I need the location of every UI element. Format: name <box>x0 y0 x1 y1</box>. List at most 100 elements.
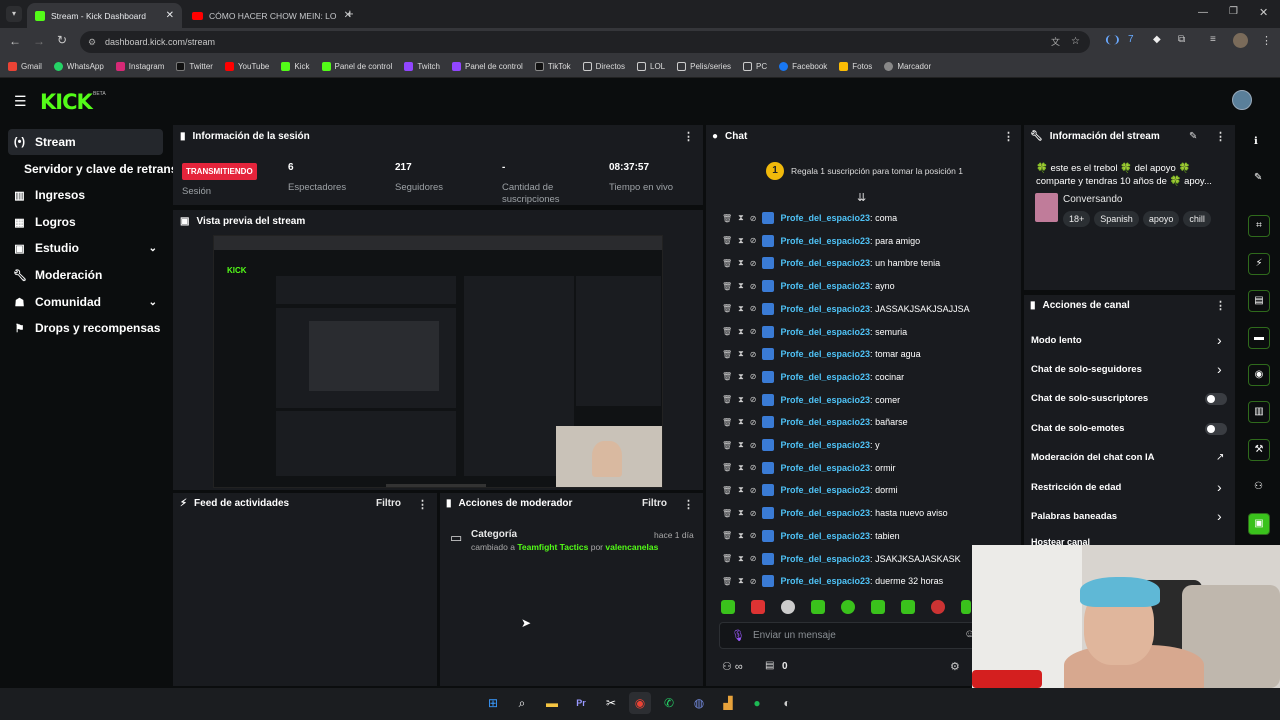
ban-icon[interactable]: ⊘ <box>750 304 757 313</box>
reading-list-icon[interactable]: ≡ <box>1210 34 1216 45</box>
tab-youtube[interactable]: CÓMO HACER CHOW MEIN: LO ✕ <box>184 3 360 28</box>
action-followers-only[interactable]: Chat de solo-seguidores <box>1031 364 1142 375</box>
hamburger-menu-icon[interactable]: ☰ <box>14 93 27 110</box>
search-icon[interactable]: ⌕ <box>511 692 533 714</box>
bookmark-folder-directos[interactable]: Directos <box>582 62 625 71</box>
ban-icon[interactable]: ⊘ <box>750 509 757 518</box>
ban-icon[interactable]: ⊘ <box>750 282 757 291</box>
chat-username[interactable]: Profe_del_espacio23 <box>780 304 870 314</box>
bookmark-facebook[interactable]: Facebook <box>779 62 827 71</box>
chat-message[interactable]: 🗑︎ ⧗ ⊘ Profe_del_espacio23: JSAKJKSAJASKASK <box>722 552 961 565</box>
minimize-icon[interactable]: — <box>1198 7 1208 18</box>
ban-icon[interactable]: ⊘ <box>750 395 757 404</box>
menu-kebab-icon[interactable]: ⋮ <box>1261 34 1272 47</box>
chat-username[interactable]: Profe_del_espacio23 <box>780 349 870 359</box>
bookmark-folder-pelis[interactable]: Pelis/series <box>677 62 731 71</box>
extension-icon[interactable]: 7 <box>1128 34 1134 45</box>
timeout-icon[interactable]: ⧗ <box>738 440 744 450</box>
bookmark-gmail[interactable]: Gmail <box>8 62 42 71</box>
bookmark-fotos[interactable]: Fotos <box>839 62 872 71</box>
trash-icon[interactable]: 🗑︎ <box>722 418 732 427</box>
spotify-icon[interactable]: ● <box>746 692 768 714</box>
sidebar-item-comunidad[interactable]: ☗ Comunidad ⌄ <box>8 289 163 315</box>
session-menu-icon[interactable]: ⋮ <box>683 130 694 143</box>
channel-actions-menu-icon[interactable]: ⋮ <box>1215 299 1226 312</box>
action-emotes-only[interactable]: Chat de solo-emotes <box>1031 423 1124 434</box>
timeout-icon[interactable]: ⧗ <box>738 281 744 291</box>
scroll-down-icon[interactable]: ⇊ <box>857 191 866 204</box>
edit-pencil-icon[interactable]: ✎ <box>1189 131 1197 142</box>
timeout-icon[interactable]: ⧗ <box>738 531 744 541</box>
ban-icon[interactable]: ⊘ <box>750 463 757 472</box>
emote-icon[interactable] <box>961 600 971 614</box>
trash-icon[interactable]: 🗑︎ <box>722 350 732 359</box>
chat-message[interactable]: 🗑︎ ⧗ ⊘ Profe_del_espacio23: duerme 32 horas <box>722 575 943 588</box>
sidebar-item-drops[interactable]: ⚑ Drops y recompensas <box>8 315 163 341</box>
emote-icon[interactable] <box>841 600 855 614</box>
chevron-right-icon[interactable]: › <box>1217 361 1222 377</box>
chevron-right-icon[interactable]: › <box>1217 479 1222 495</box>
action-subs-only[interactable]: Chat de solo-suscriptores <box>1031 393 1148 404</box>
timeout-icon[interactable]: ⧗ <box>738 508 744 518</box>
ban-icon[interactable]: ⊘ <box>750 214 757 223</box>
chat-message[interactable]: 🗑︎ ⧗ ⊘ Profe_del_espacio23: tabien <box>722 529 900 542</box>
emote-icon[interactable] <box>781 600 795 614</box>
emote-icon[interactable] <box>811 600 825 614</box>
address-bar[interactable]: ⚙ dashboard.kick.com/stream 文 ☆ <box>80 31 1090 53</box>
emote-icon[interactable] <box>931 600 945 614</box>
chat-message[interactable]: 🗑︎ ⧗ ⊘ Profe_del_espacio23: comer <box>722 393 900 406</box>
subs-only-toggle[interactable] <box>1205 393 1227 405</box>
stream-category[interactable]: Conversando <box>1063 194 1122 205</box>
rail-users-icon[interactable]: ⚇ <box>1254 481 1263 492</box>
chat-username[interactable]: Profe_del_espacio23 <box>780 213 870 223</box>
extension-icon[interactable]: ❨❩ <box>1104 35 1121 46</box>
chat-message[interactable]: 🗑︎ ⧗ ⊘ Profe_del_espacio23: ormir <box>722 461 896 474</box>
rail-document-icon[interactable]: ▤ <box>1248 290 1270 312</box>
category-thumbnail[interactable] <box>1035 193 1058 222</box>
gift-sub-text[interactable]: Regala 1 suscripción para tomar la posic… <box>791 166 963 176</box>
timeout-icon[interactable]: ⧗ <box>738 258 744 268</box>
timeout-icon[interactable]: ⧗ <box>738 395 744 405</box>
ban-icon[interactable]: ⊘ <box>750 486 757 495</box>
trash-icon[interactable]: 🗑︎ <box>722 509 732 518</box>
trash-icon[interactable]: 🗑︎ <box>722 236 732 245</box>
chat-username[interactable]: Profe_del_espacio23 <box>780 258 870 268</box>
bookmark-whatsapp[interactable]: WhatsApp <box>53 62 104 71</box>
timeout-icon[interactable]: ⧗ <box>738 485 744 495</box>
pencil-icon[interactable]: ✎ <box>1254 172 1262 183</box>
rail-chat-icon[interactable]: ▬ <box>1248 327 1270 349</box>
steam-icon[interactable]: ◐ <box>776 692 798 714</box>
tag[interactable]: 18+ <box>1063 211 1091 227</box>
action-age-restriction[interactable]: Restricción de edad <box>1031 482 1121 493</box>
sidebar-item-logros[interactable]: ▦ Logros <box>8 209 163 235</box>
new-tab-icon[interactable]: + <box>346 6 354 21</box>
chat-username[interactable]: Profe_del_espacio23 <box>780 372 870 382</box>
timeout-icon[interactable]: ⧗ <box>738 349 744 359</box>
info-icon[interactable]: ℹ <box>1254 136 1258 147</box>
trash-icon[interactable]: 🗑︎ <box>722 577 732 586</box>
emote-icon[interactable] <box>901 600 915 614</box>
close-window-icon[interactable]: ✕ <box>1259 6 1268 19</box>
kick-logo[interactable]: KICK <box>40 90 93 114</box>
emote-icon[interactable] <box>721 600 735 614</box>
chat-settings-icon[interactable]: ⚙ <box>950 660 960 673</box>
chat-username[interactable]: Profe_del_espacio23 <box>780 554 870 564</box>
ban-icon[interactable]: ⊘ <box>750 350 757 359</box>
rail-screen-icon[interactable]: ⌗ <box>1248 215 1270 237</box>
mod-menu-icon[interactable]: ⋮ <box>683 498 694 511</box>
chat-message[interactable]: 🗑︎ ⧗ ⊘ Profe_del_espacio23: ayno <box>722 280 895 293</box>
chevron-right-icon[interactable]: › <box>1217 508 1222 524</box>
tag[interactable]: apoyo <box>1142 211 1180 227</box>
sidebar-item-moderacion[interactable]: 🔧︎ Moderación <box>8 262 163 288</box>
trash-icon[interactable]: 🗑︎ <box>722 214 732 223</box>
external-link-icon[interactable]: ↗ <box>1216 452 1224 463</box>
chat-menu-icon[interactable]: ⋮ <box>1003 130 1014 143</box>
trash-icon[interactable]: 🗑︎ <box>722 441 732 450</box>
ban-icon[interactable]: ⊘ <box>750 531 757 540</box>
back-icon[interactable]: ← <box>9 34 21 48</box>
emote-icon[interactable] <box>871 600 885 614</box>
stream-preview-video[interactable]: KICK <box>213 235 663 488</box>
sidebar-item-estudio[interactable]: ▣ Estudio ⌄ <box>8 235 163 261</box>
ban-icon[interactable]: ⊘ <box>750 259 757 268</box>
rail-wrench-icon[interactable]: ⚒ <box>1248 439 1270 461</box>
